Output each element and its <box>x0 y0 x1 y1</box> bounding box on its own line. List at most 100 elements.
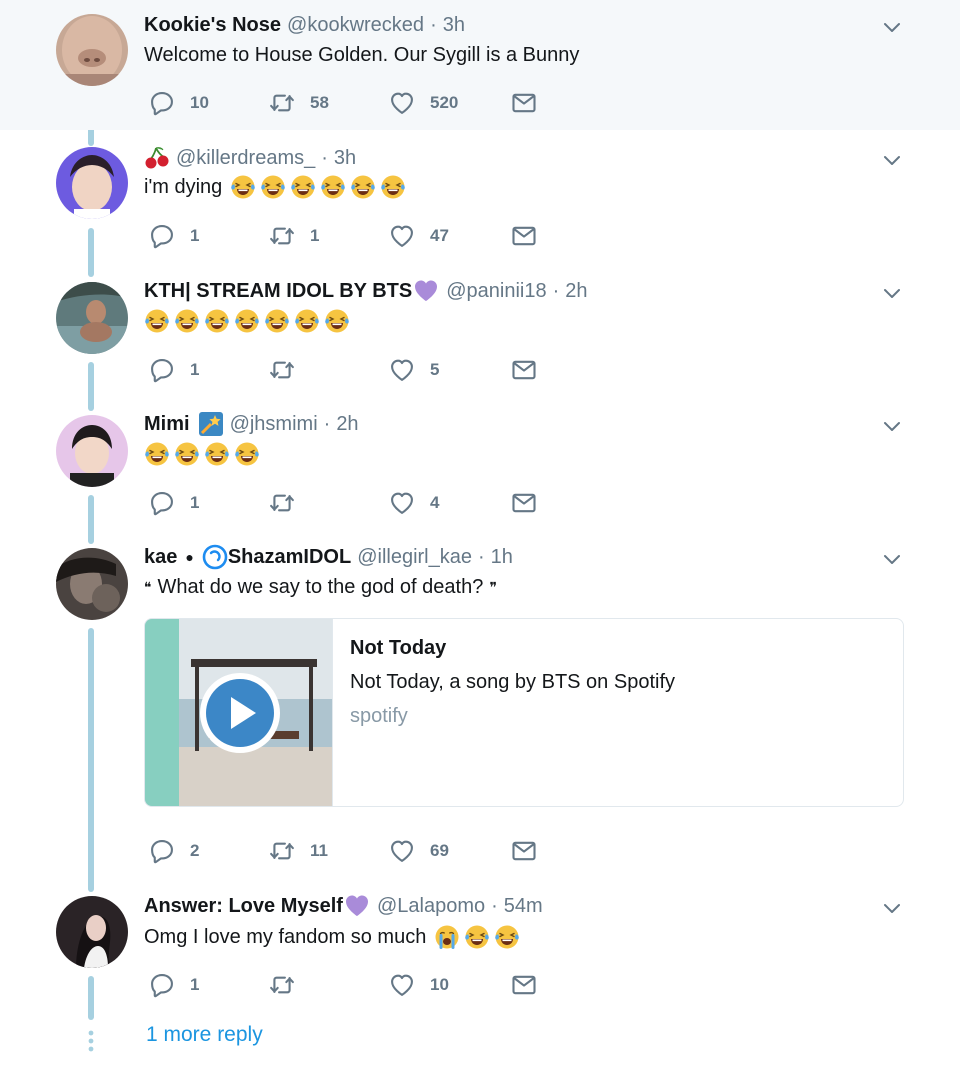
like-button[interactable]: 520 <box>388 88 458 118</box>
reply-count: 1 <box>190 360 200 379</box>
retweet-button[interactable] <box>268 488 296 518</box>
direct-message-button[interactable] <box>510 836 538 866</box>
like-button[interactable]: 10 <box>388 970 449 1000</box>
envelope-icon <box>510 222 538 250</box>
retweet-icon <box>268 356 296 384</box>
separator: · <box>321 146 328 169</box>
avatar[interactable] <box>56 282 128 354</box>
purple-heart-icon <box>412 278 440 304</box>
display-name[interactable]: kae <box>144 546 177 569</box>
separator: · <box>478 545 485 568</box>
like-button[interactable]: 4 <box>388 488 439 518</box>
chevron-down-icon[interactable] <box>880 414 904 438</box>
user-handle[interactable]: @illegirl_kae <box>357 546 472 569</box>
display-name[interactable]: Mimi <box>144 413 190 436</box>
user-handle[interactable]: @Lalapomo <box>377 895 485 918</box>
tweet[interactable]: KTH| STREAM IDOL BY BTS @paninii18 · 2h … <box>0 264 960 397</box>
reply-count: 1 <box>190 975 200 994</box>
reply-button[interactable]: 1 <box>148 355 199 385</box>
direct-message-button[interactable] <box>510 488 538 518</box>
laughing-tears-emoji <box>230 174 256 200</box>
retweet-button[interactable]: 1 <box>268 221 319 251</box>
heart-icon <box>388 222 416 250</box>
tweet[interactable]: kae ● ShazamIDOL @illegirl_kae · 1h ❝ Wh… <box>0 530 960 880</box>
reply-icon <box>148 971 176 999</box>
avatar[interactable] <box>56 548 128 620</box>
avatar-photo <box>56 896 128 968</box>
display-name-extra[interactable]: ShazamIDOL <box>228 546 351 569</box>
retweet-button[interactable] <box>268 970 296 1000</box>
user-handle[interactable]: @paninii18 <box>446 280 546 303</box>
reply-button[interactable]: 1 <box>148 488 199 518</box>
like-button[interactable]: 47 <box>388 221 449 251</box>
chevron-down-icon[interactable] <box>880 281 904 305</box>
tweet[interactable]: Answer: Love Myself @Lalapomo · 54m Omg … <box>0 880 960 1010</box>
reply-button[interactable]: 1 <box>148 970 199 1000</box>
card-title[interactable]: Not Today <box>350 637 446 660</box>
laughing-tears-emoji <box>234 441 260 467</box>
avatar-photo <box>56 147 128 219</box>
user-handle[interactable]: @killerdreams_ <box>176 147 315 170</box>
display-name[interactable]: Answer: Love Myself <box>144 895 343 918</box>
tweet-header: Mimi @jhsmimi · 2h <box>144 410 359 438</box>
avatar[interactable] <box>56 415 128 487</box>
separator: · <box>323 412 331 435</box>
like-button[interactable]: 5 <box>388 355 439 385</box>
reply-button[interactable]: 10 <box>148 88 209 118</box>
avatar-photo <box>56 415 128 487</box>
timestamp[interactable]: 1h <box>491 546 513 569</box>
user-handle[interactable]: @jhsmimi <box>230 413 318 436</box>
link-card[interactable]: Not Today Not Today, a song by BTS on Sp… <box>144 618 904 807</box>
laughing-tears-emoji <box>174 441 200 467</box>
tweet[interactable]: Mimi @jhsmimi · 2h 1 4 <box>0 397 960 530</box>
display-name[interactable]: Kookie's Nose <box>144 14 281 37</box>
more-replies-link[interactable]: 1 more reply <box>146 1023 263 1047</box>
tweet[interactable]: Kookie's Nose @kookwrecked · 3h Welcome … <box>0 0 960 130</box>
avatar[interactable] <box>56 147 128 219</box>
tweet-header: @killerdreams_ · 3h <box>144 144 356 172</box>
timestamp[interactable]: 2h <box>565 280 587 303</box>
avatar[interactable] <box>56 14 128 86</box>
tweet-header: Kookie's Nose @kookwrecked · 3h <box>144 11 465 39</box>
reply-button[interactable]: 2 <box>148 836 199 866</box>
timestamp[interactable]: 3h <box>443 14 465 37</box>
avatar[interactable] <box>56 896 128 968</box>
avatar-photo <box>56 14 128 86</box>
like-button[interactable]: 69 <box>388 836 449 866</box>
tweet-text <box>144 440 264 468</box>
laughing-tears-emoji <box>260 174 286 200</box>
shooting-star-icon <box>198 412 223 436</box>
user-handle[interactable]: @kookwrecked <box>287 14 424 37</box>
chevron-down-icon[interactable] <box>880 547 904 571</box>
retweet-button[interactable] <box>268 355 296 385</box>
direct-message-button[interactable] <box>510 88 538 118</box>
reply-icon <box>148 356 176 384</box>
retweet-button[interactable]: 11 <box>268 836 328 866</box>
heart-icon <box>388 89 416 117</box>
tweet-text <box>144 307 354 335</box>
chevron-down-icon[interactable] <box>880 15 904 39</box>
direct-message-button[interactable] <box>510 970 538 1000</box>
direct-message-button[interactable] <box>510 221 538 251</box>
reply-count: 10 <box>190 93 209 112</box>
laughing-tears-emoji <box>464 924 490 950</box>
reply-button[interactable]: 1 <box>148 221 199 251</box>
like-count: 69 <box>430 841 449 860</box>
timestamp[interactable]: 3h <box>334 147 356 170</box>
chevron-down-icon[interactable] <box>880 896 904 920</box>
laughing-tears-emoji <box>494 924 520 950</box>
tweet[interactable]: @killerdreams_ · 3h i'm dying 1 1 47 <box>0 130 960 264</box>
like-count: 520 <box>430 93 459 112</box>
retweet-icon <box>268 89 296 117</box>
timestamp[interactable]: 2h <box>336 413 358 436</box>
retweet-icon <box>268 837 296 865</box>
card-description: Not Today, a song by BTS on Spotify <box>350 671 675 693</box>
laughing-tears-emoji <box>290 174 316 200</box>
retweet-button[interactable]: 58 <box>268 88 329 118</box>
laughing-tears-emoji <box>204 308 230 334</box>
chevron-down-icon[interactable] <box>880 148 904 172</box>
timestamp[interactable]: 54m <box>504 895 543 918</box>
heart-icon <box>388 489 416 517</box>
display-name[interactable]: KTH| STREAM IDOL BY BTS <box>144 280 412 303</box>
direct-message-button[interactable] <box>510 355 538 385</box>
